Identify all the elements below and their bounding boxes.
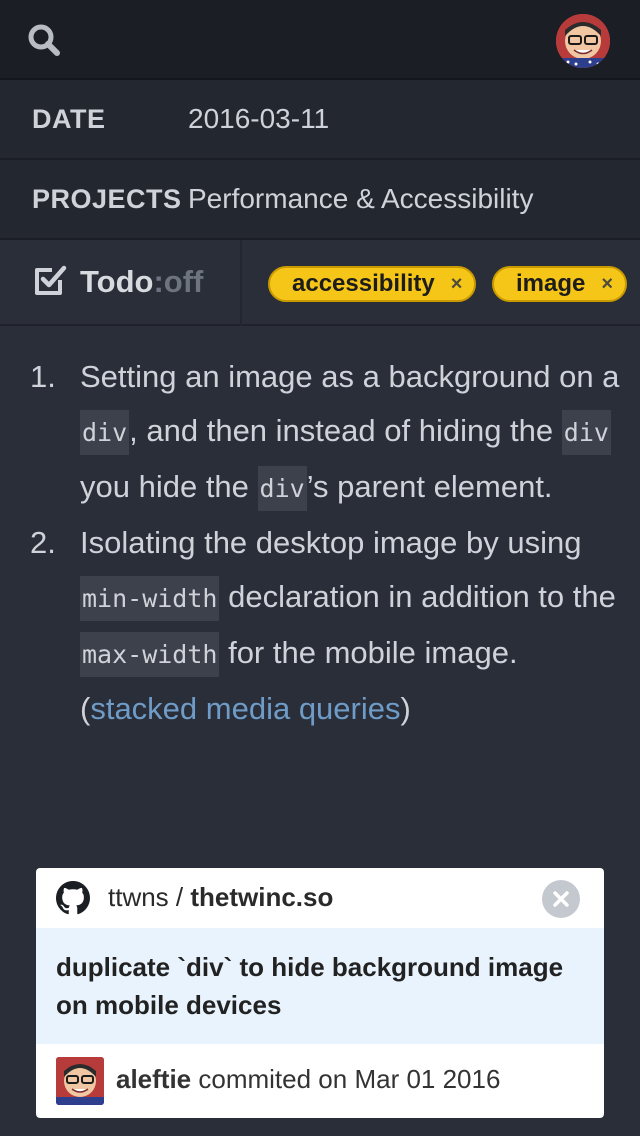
list-number: 1. bbox=[30, 359, 56, 394]
commit-date: Mar 01 2016 bbox=[354, 1064, 501, 1094]
list-number: 2. bbox=[30, 525, 56, 560]
search-icon[interactable] bbox=[24, 20, 64, 60]
tag-accessibility[interactable]: accessibility × bbox=[268, 266, 477, 302]
text: Setting an image as a background on a bbox=[80, 359, 620, 394]
tag-image[interactable]: image × bbox=[492, 266, 628, 302]
text: ’s parent element. bbox=[306, 469, 553, 504]
inline-code: div bbox=[561, 410, 611, 455]
inline-code: min-width bbox=[80, 576, 220, 621]
top-bar bbox=[0, 0, 640, 80]
divider bbox=[240, 240, 242, 326]
projects-row: PROJECTS Performance & Accessibility bbox=[0, 160, 640, 240]
note-list: 1. Setting an image as a background on a… bbox=[0, 350, 640, 736]
repo-separator: / bbox=[168, 882, 191, 912]
close-icon bbox=[553, 891, 569, 907]
user-avatar[interactable] bbox=[556, 14, 610, 68]
commit-message: duplicate `div` to hide background image… bbox=[36, 928, 604, 1044]
text: declaration in addition to the bbox=[219, 579, 616, 614]
text: ) bbox=[400, 691, 411, 726]
close-button[interactable] bbox=[542, 880, 580, 918]
todo-label: Todo bbox=[80, 264, 154, 299]
checkbox-icon bbox=[32, 262, 68, 303]
date-row: DATE 2016-03-11 bbox=[0, 80, 640, 160]
todo-state: off bbox=[163, 264, 204, 299]
todo-colon: : bbox=[153, 264, 164, 299]
list-item: 1. Setting an image as a background on a… bbox=[0, 350, 640, 516]
repo-path[interactable]: ttwns / thetwinc.so bbox=[108, 882, 333, 913]
tag-label: accessibility bbox=[292, 270, 435, 297]
projects-label: PROJECTS bbox=[32, 183, 182, 214]
github-icon bbox=[56, 881, 90, 920]
inline-code: max-width bbox=[80, 632, 220, 677]
projects-value[interactable]: Performance & Accessibility bbox=[188, 183, 533, 215]
tag-remove-icon[interactable]: × bbox=[451, 273, 463, 296]
note-content: 1. Setting an image as a background on a… bbox=[0, 350, 640, 736]
stacked-media-queries-link[interactable]: stacked media queries bbox=[90, 691, 400, 726]
inline-code: div bbox=[80, 410, 130, 455]
commit-footer: aleftie commited on Mar 01 2016 bbox=[36, 1044, 604, 1118]
text: you hide the bbox=[80, 469, 258, 504]
date-value: 2016-03-11 bbox=[188, 103, 330, 134]
author-name[interactable]: aleftie bbox=[116, 1064, 191, 1094]
list-item: 2. Isolating the desktop image by using … bbox=[0, 516, 640, 736]
author-avatar[interactable] bbox=[56, 1057, 104, 1105]
date-label: DATE bbox=[32, 103, 106, 134]
repo-name: thetwinc.so bbox=[190, 882, 334, 912]
inline-code: div bbox=[257, 466, 307, 511]
card-header: ttwns / thetwinc.so bbox=[36, 868, 604, 928]
tag-remove-icon[interactable]: × bbox=[601, 273, 613, 296]
text: Isolating the desktop image by using bbox=[80, 525, 582, 560]
commit-action: commited on bbox=[191, 1064, 355, 1094]
tag-label: image bbox=[516, 270, 586, 297]
text: , and then instead of hiding the bbox=[129, 413, 562, 448]
repo-owner: ttwns bbox=[108, 882, 169, 912]
commit-meta: aleftie commited on Mar 01 2016 bbox=[116, 1064, 500, 1095]
todo-toggle[interactable]: Todo: off bbox=[32, 258, 203, 306]
commit-card[interactable]: ttwns / thetwinc.so duplicate `div` to h… bbox=[36, 868, 604, 1118]
